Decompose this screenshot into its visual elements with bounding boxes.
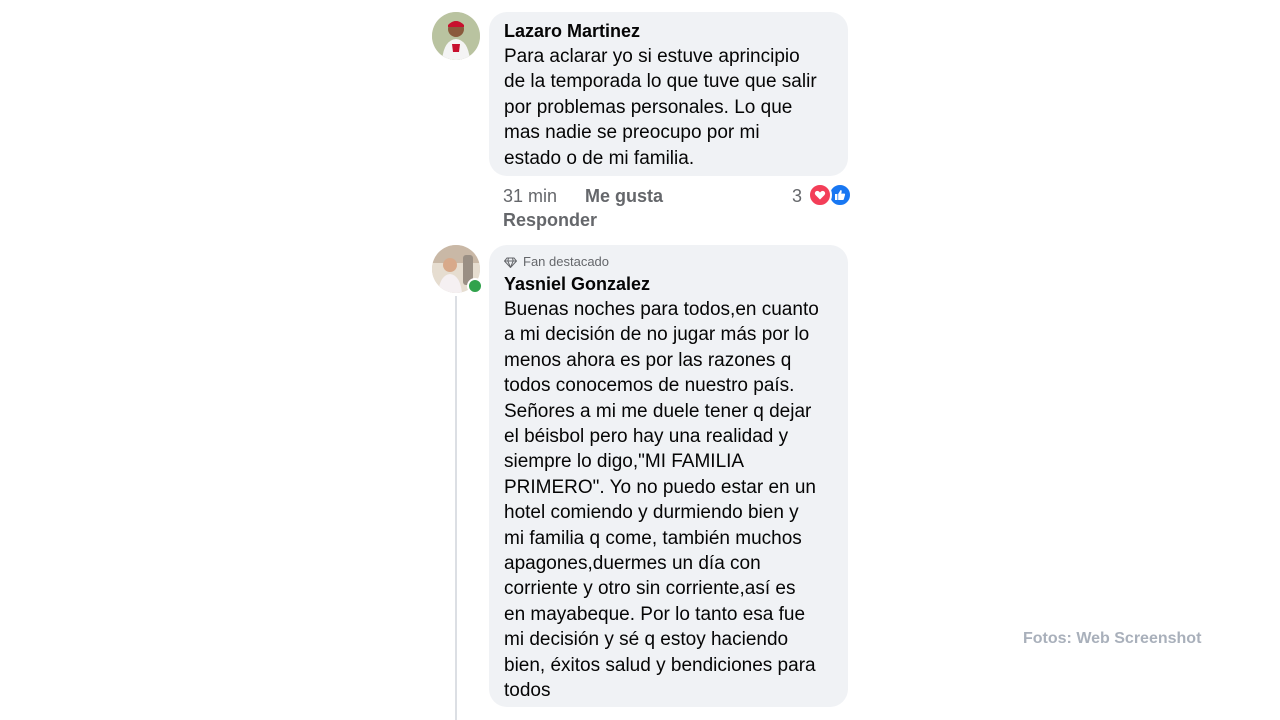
reply-button[interactable]: Responder [503, 209, 597, 231]
photo-credit-watermark: Fotos: Web Screenshot [1023, 630, 1202, 647]
fan-badge: Fan destacado [504, 254, 833, 270]
comment-text: Buenas noches para todos,en cuanto a mi … [504, 299, 819, 702]
comment-text: Para aclarar yo si estuve aprincipio de … [504, 46, 817, 169]
online-status-indicator [467, 278, 483, 294]
diamond-icon [504, 257, 517, 268]
reply-thread-line [455, 296, 457, 720]
comment-bubble: Lazaro Martinez Para aclarar yo si estuv… [489, 12, 848, 176]
reaction-count[interactable]: 3 [792, 185, 802, 207]
comment-author[interactable]: Lazaro Martinez [504, 20, 833, 42]
comment-timestamp[interactable]: 31 min [503, 185, 557, 207]
heart-reaction-icon [808, 183, 832, 207]
fan-badge-label: Fan destacado [523, 254, 610, 269]
like-button[interactable]: Me gusta [585, 185, 663, 207]
comment-author[interactable]: Yasniel Gonzalez [504, 273, 833, 295]
comment-bubble: Fan destacado Yasniel Gonzalez Buenas no… [489, 245, 848, 707]
avatar-lazaro-martinez[interactable] [432, 12, 480, 60]
